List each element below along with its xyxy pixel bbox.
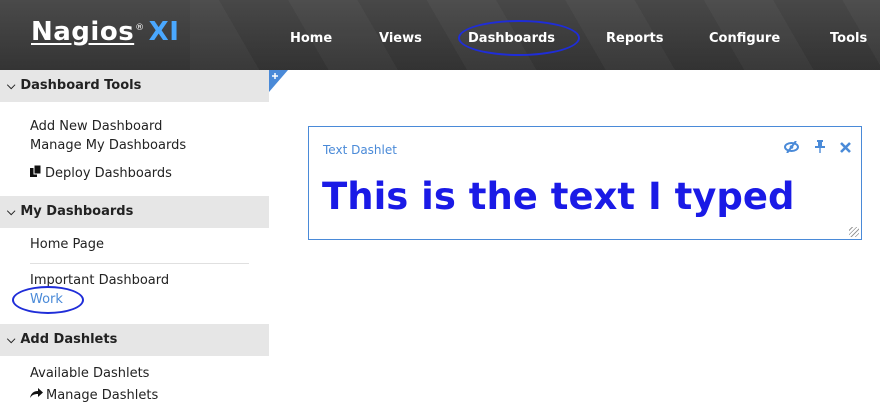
section-add-dashlets[interactable]: ⌵ Add Dashlets (0, 324, 269, 356)
logo-text: Nagios (31, 17, 135, 47)
section-title: Dashboard Tools (20, 78, 142, 93)
section-my-dashboards[interactable]: ⌵ My Dashboards (0, 196, 269, 228)
sidebar-item-label: Manage Dashlets (46, 388, 159, 403)
dashlet-title: Text Dashlet (323, 143, 397, 157)
section-title: Add Dashlets (20, 332, 118, 347)
chevron-down-icon: ⌵ (7, 79, 16, 92)
dashlet-controls (773, 140, 851, 157)
sidebar-item-available-dashlets[interactable]: Available Dashlets (30, 366, 149, 381)
nav-views[interactable]: Views (379, 31, 422, 46)
sidebar-item-manage-dashlets[interactable]: Manage Dashlets (30, 388, 158, 403)
nav-configure[interactable]: Configure (709, 31, 780, 46)
copy-icon (30, 164, 42, 180)
divider (30, 263, 249, 264)
sidebar-toggle[interactable] (269, 70, 288, 92)
nav-tools[interactable]: Tools (830, 31, 867, 46)
sidebar-item-deploy-dashboards[interactable]: Deploy Dashboards (30, 164, 172, 181)
dashboards-highlight-circle (458, 20, 580, 56)
section-title: My Dashboards (20, 204, 134, 219)
sidebar-item-add-new-dashboard[interactable]: Add New Dashboard (30, 119, 162, 134)
share-arrow-icon (30, 388, 43, 402)
resize-handle[interactable] (849, 227, 859, 237)
sidebar: ⌵ Dashboard Tools Add New Dashboard Manag… (0, 70, 269, 412)
top-navbar: Nagios® XI Home Views Dashboards Reports … (0, 0, 880, 70)
sidebar-item-label: Deploy Dashboards (45, 166, 172, 181)
dashlet-content-text: This is the text I typed (322, 175, 795, 218)
pin-icon[interactable] (814, 140, 829, 157)
nav-reports[interactable]: Reports (606, 31, 663, 46)
plus-icon (269, 70, 288, 92)
work-highlight-circle (12, 286, 84, 314)
nagios-xi-logo[interactable]: Nagios® XI (31, 17, 179, 47)
section-dashboard-tools[interactable]: ⌵ Dashboard Tools (0, 70, 269, 102)
logo-reg-mark: ® (135, 23, 145, 34)
close-icon[interactable] (840, 141, 851, 157)
sidebar-item-manage-my-dashboards[interactable]: Manage My Dashboards (30, 138, 186, 153)
hide-eye-icon[interactable] (784, 140, 803, 157)
logo-suffix: XI (148, 17, 180, 47)
nav-home[interactable]: Home (290, 31, 332, 46)
text-dashlet[interactable]: Text Dashlet This is the text I typed (308, 126, 862, 240)
sidebar-item-home-page[interactable]: Home Page (30, 237, 104, 252)
chevron-down-icon: ⌵ (7, 333, 16, 346)
chevron-down-icon: ⌵ (7, 205, 16, 218)
